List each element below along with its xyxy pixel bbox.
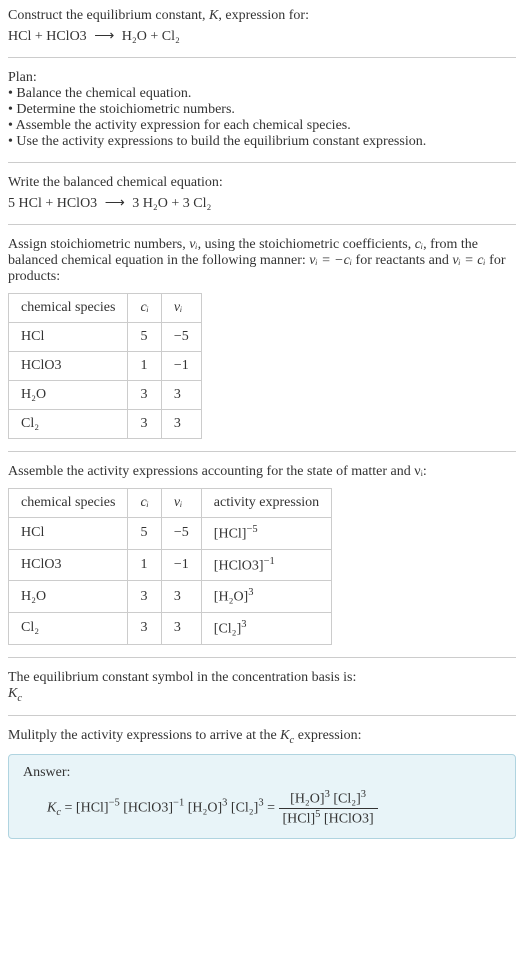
balanced-section: Write the balanced chemical equation: 5 … [8, 175, 516, 212]
stoich-heading: Assign stoichiometric numbers, νᵢ, using… [8, 237, 516, 285]
divider [8, 657, 516, 658]
arrow-icon: ⟶ [94, 28, 114, 45]
col-nui: νᵢ [161, 294, 201, 323]
divider [8, 715, 516, 716]
balanced-rhs: 3 H₂O + 3 Cl₂ [132, 196, 211, 211]
divider [8, 451, 516, 452]
activity-section: Assemble the activity expressions accoun… [8, 464, 516, 645]
intro-lhs: HCl + HClO3 [8, 29, 87, 44]
col-nui: νᵢ [161, 489, 201, 518]
symbol-heading: The equilibrium constant symbol in the c… [8, 670, 516, 686]
kc-expression: Kc = [HCl]−5 [HClO3]−1 [H₂O]3 [Cl₂]3 = [… [23, 789, 501, 827]
activity-expr: [H₂O]3 [201, 581, 331, 613]
plan-section: Plan: • Balance the chemical equation. •… [8, 70, 516, 150]
activity-heading: Assemble the activity expressions accoun… [8, 464, 516, 480]
table-row: H₂O 3 3 [H₂O]3 [9, 581, 332, 613]
multiply-heading: Mulitply the activity expressions to arr… [8, 728, 516, 746]
intro: Construct the equilibrium constant, K, e… [8, 8, 516, 45]
activity-table: chemical species cᵢ νᵢ activity expressi… [8, 488, 332, 645]
plan-bullet-1: • Balance the chemical equation. [8, 86, 516, 102]
answer-box: Answer: Kc = [HCl]−5 [HClO3]−1 [H₂O]3 [C… [8, 754, 516, 838]
activity-expr: [HCl]−5 [201, 518, 331, 550]
table-row: H₂O 3 3 [9, 381, 202, 410]
arrow-icon: ⟶ [105, 195, 125, 212]
activity-expr: [Cl₂]3 [201, 612, 331, 644]
stoich-table: chemical species cᵢ νᵢ HCl 5 −5 HClO3 1 … [8, 293, 202, 439]
plan-bullet-2: • Determine the stoichiometric numbers. [8, 102, 516, 118]
answer-label: Answer: [23, 765, 501, 781]
divider [8, 162, 516, 163]
col-ci: cᵢ [128, 294, 161, 323]
numerator: [H₂O]3 [Cl₂]3 [279, 789, 378, 809]
stoich-section: Assign stoichiometric numbers, νᵢ, using… [8, 237, 516, 439]
table-row: Cl₂ 3 3 [Cl₂]3 [9, 612, 332, 644]
multiply-section: Mulitply the activity expressions to arr… [8, 728, 516, 838]
col-species: chemical species [9, 294, 128, 323]
table-row: Cl₂ 3 3 [9, 410, 202, 439]
intro-line1: Construct the equilibrium constant, K, e… [8, 8, 516, 24]
intro-rhs: H₂O + Cl₂ [122, 29, 180, 44]
plan-bullet-3: • Assemble the activity expression for e… [8, 118, 516, 134]
balanced-equation: 5 HCl + HClO3 ⟶ 3 H₂O + 3 Cl₂ [8, 195, 516, 212]
fraction: [H₂O]3 [Cl₂]3 [HCl]5 [HClO3] [279, 789, 378, 827]
symbol-section: The equilibrium constant symbol in the c… [8, 670, 516, 704]
intro-equation: HCl + HClO3 ⟶ H₂O + Cl₂ [8, 28, 516, 45]
table-row: HCl 5 −5 [9, 323, 202, 352]
table-header-row: chemical species cᵢ νᵢ [9, 294, 202, 323]
activity-expr: [HClO3]−1 [201, 549, 331, 581]
table-header-row: chemical species cᵢ νᵢ activity expressi… [9, 489, 332, 518]
col-activity: activity expression [201, 489, 331, 518]
table-row: HClO3 1 −1 [HClO3]−1 [9, 549, 332, 581]
kc-symbol: Kc [8, 686, 516, 704]
balanced-heading: Write the balanced chemical equation: [8, 175, 516, 191]
divider [8, 224, 516, 225]
denominator: [HCl]5 [HClO3] [279, 809, 378, 828]
plan-bullet-4: • Use the activity expressions to build … [8, 134, 516, 150]
divider [8, 57, 516, 58]
plan-heading: Plan: [8, 70, 516, 86]
table-row: HClO3 1 −1 [9, 352, 202, 381]
col-ci: cᵢ [128, 489, 161, 518]
balanced-lhs: 5 HCl + HClO3 [8, 196, 97, 211]
col-species: chemical species [9, 489, 128, 518]
table-row: HCl 5 −5 [HCl]−5 [9, 518, 332, 550]
